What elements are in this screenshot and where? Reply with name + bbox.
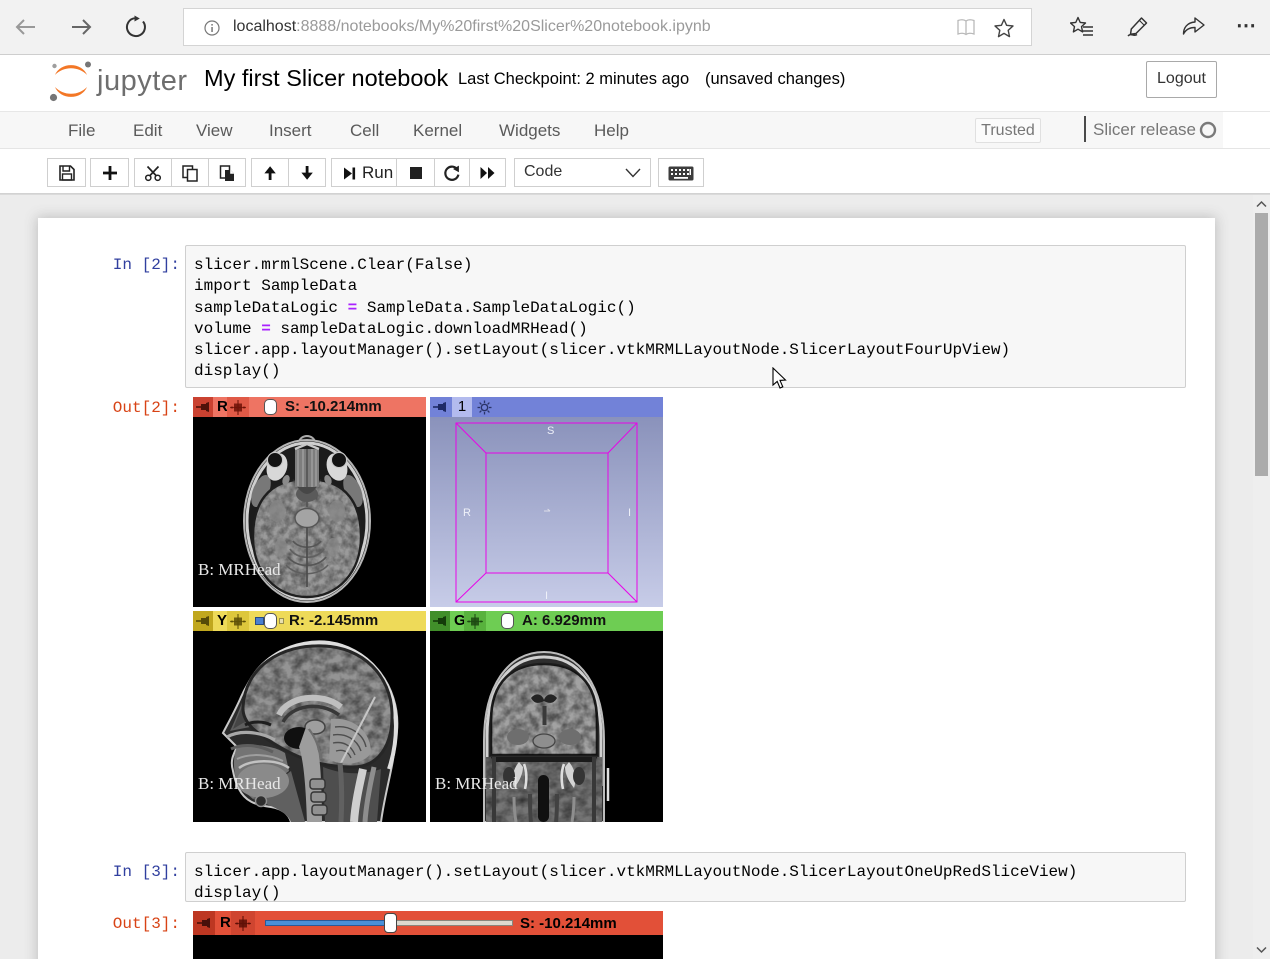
svg-text:I: I bbox=[628, 507, 631, 519]
svg-text:I: I bbox=[545, 590, 548, 602]
svg-text:R: R bbox=[463, 507, 471, 519]
svg-text:S: S bbox=[547, 425, 554, 437]
